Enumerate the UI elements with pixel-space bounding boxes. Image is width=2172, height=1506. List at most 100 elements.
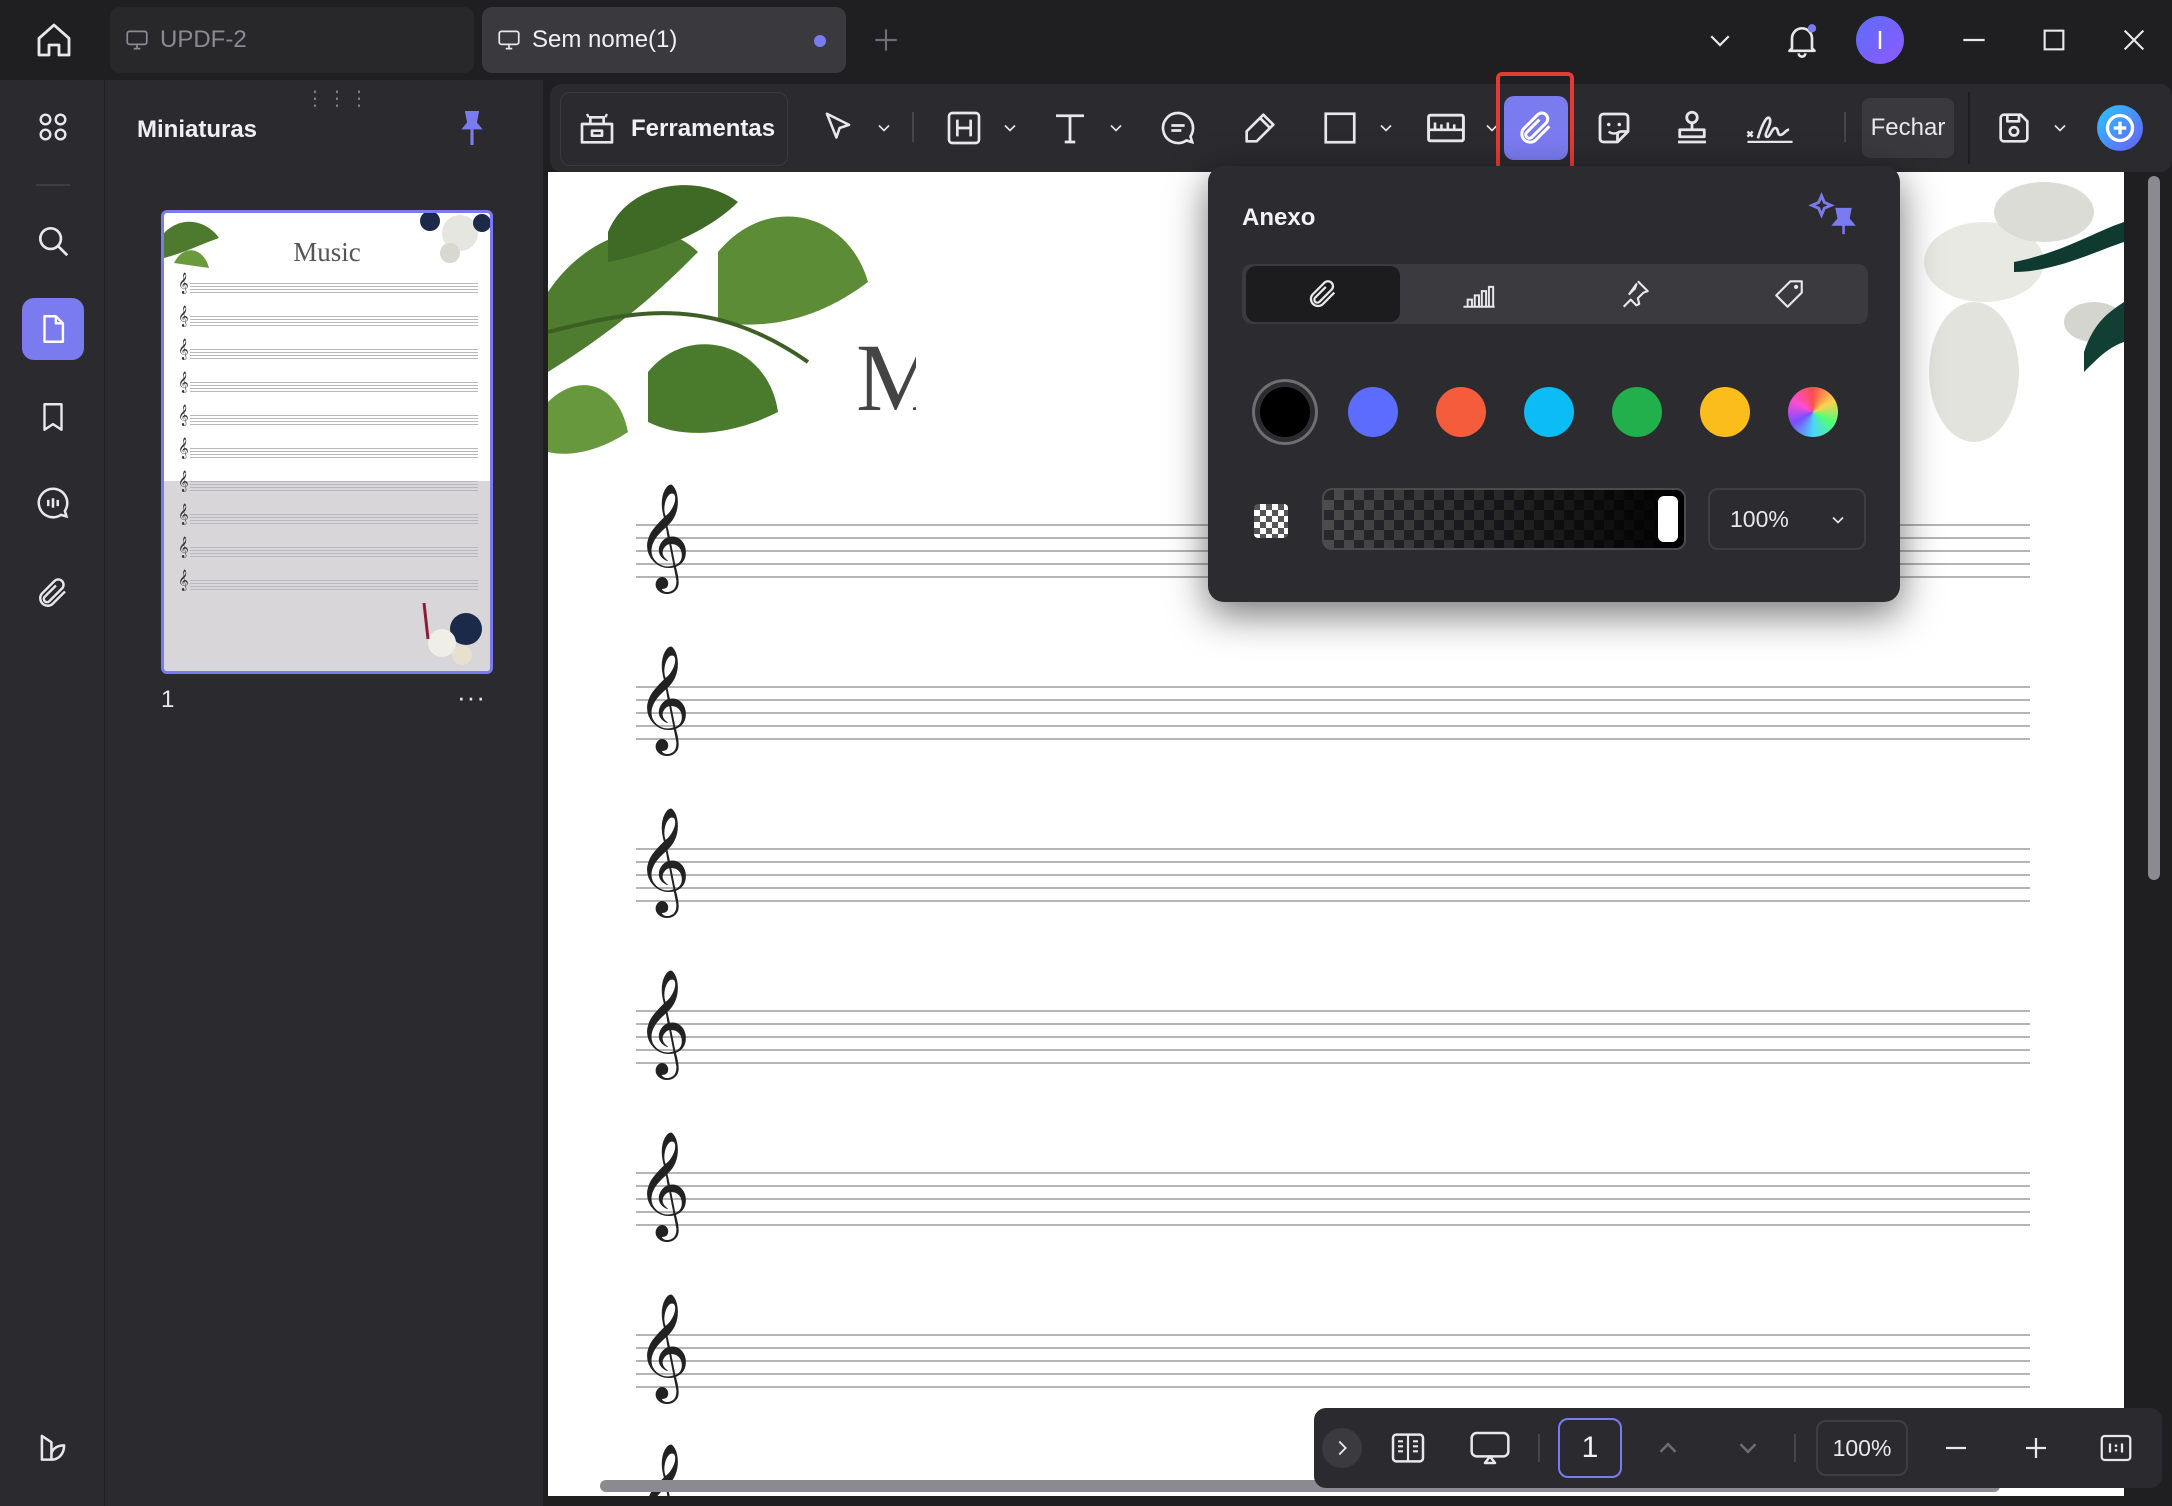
chevron-down-icon[interactable] bbox=[874, 118, 894, 138]
user-avatar-button[interactable]: I bbox=[1850, 10, 1910, 70]
treble-clef-icon: 𝄞 bbox=[178, 471, 189, 492]
chevron-down-icon[interactable] bbox=[2050, 118, 2070, 138]
attachment-tool-button[interactable] bbox=[1504, 96, 1568, 160]
previous-page-button[interactable] bbox=[1642, 1422, 1694, 1474]
shape-tool-button[interactable] bbox=[1310, 98, 1370, 158]
bookmarks-button[interactable] bbox=[22, 386, 84, 448]
thumbnail-staff-line bbox=[190, 316, 478, 317]
zoom-level[interactable]: 100% bbox=[1816, 1420, 1908, 1476]
staff-line bbox=[636, 1185, 2030, 1187]
home-button[interactable] bbox=[24, 10, 84, 70]
staff-line bbox=[636, 1010, 2030, 1012]
resize-handle[interactable]: ⋮⋮⋮ bbox=[305, 86, 371, 111]
staff-line bbox=[636, 1224, 2030, 1226]
chevron-down-icon bbox=[1739, 1443, 1757, 1454]
expand-bar-button[interactable] bbox=[1322, 1428, 1362, 1468]
pencil-tool-button[interactable] bbox=[1230, 98, 1290, 158]
actual-size-button[interactable] bbox=[2090, 1422, 2142, 1474]
comments-button[interactable] bbox=[22, 472, 84, 534]
attachments-button[interactable] bbox=[22, 562, 84, 624]
pin-panel-button[interactable] bbox=[455, 108, 489, 148]
thumbnail-staff-line bbox=[190, 550, 478, 551]
icon-paperclip-option[interactable] bbox=[1246, 266, 1400, 322]
apps-button[interactable] bbox=[22, 96, 84, 158]
stamp-icon bbox=[1678, 110, 1706, 144]
page-thumbnail[interactable]: Music 𝄞 𝄞 𝄞 𝄞 𝄞 𝄞 𝄞 𝄞 𝄞 𝄞 bbox=[161, 210, 493, 674]
ai-assistant-button[interactable] bbox=[2090, 98, 2150, 158]
chevron-down-icon[interactable] bbox=[1106, 118, 1126, 138]
tabs-dropdown-button[interactable] bbox=[1690, 10, 1750, 70]
lily-flower-decoration-icon bbox=[1924, 182, 2124, 442]
opacity-slider-handle[interactable] bbox=[1658, 496, 1678, 542]
staff-line bbox=[636, 1347, 2030, 1349]
close-window-button[interactable] bbox=[2104, 10, 2164, 70]
text-tool-button[interactable] bbox=[1040, 98, 1100, 158]
maximize-button[interactable] bbox=[2024, 10, 2084, 70]
thumbnail-staff-line bbox=[190, 382, 478, 383]
tab-sem-nome[interactable]: Sem nome(1) bbox=[482, 7, 846, 73]
color-swatch[interactable] bbox=[1524, 387, 1574, 437]
treble-clef-icon: 𝄞 bbox=[178, 273, 189, 294]
presentation-button[interactable] bbox=[1464, 1422, 1516, 1474]
measure-tool-button[interactable] bbox=[1416, 98, 1476, 158]
highlight-tool-button[interactable] bbox=[934, 98, 994, 158]
paperclip-icon bbox=[1520, 111, 1551, 144]
treble-clef-icon: 𝄞 bbox=[178, 405, 189, 426]
color-swatch[interactable] bbox=[1348, 387, 1398, 437]
rectangle-icon bbox=[1324, 112, 1356, 144]
stamp-tool-button[interactable] bbox=[1662, 98, 1722, 158]
comment-tool-button[interactable] bbox=[1148, 98, 1208, 158]
chevron-down-icon bbox=[1710, 35, 1730, 47]
search-button[interactable] bbox=[22, 210, 84, 272]
tools-button[interactable]: Ferramentas bbox=[560, 92, 788, 166]
toolbar-divider bbox=[912, 112, 914, 142]
thumbnail-staff-line bbox=[190, 385, 478, 386]
pin-popup-button[interactable] bbox=[1808, 190, 1858, 236]
color-swatch[interactable] bbox=[1788, 387, 1838, 437]
minimize-button[interactable] bbox=[1944, 10, 2004, 70]
new-tab-button[interactable] bbox=[856, 10, 916, 70]
panel-title: Miniaturas bbox=[137, 116, 258, 143]
chevron-down-icon[interactable] bbox=[1376, 118, 1396, 138]
staff-line bbox=[636, 1386, 2030, 1388]
sticker-tool-button[interactable] bbox=[1584, 98, 1644, 158]
icon-tag-option[interactable] bbox=[1712, 266, 1866, 322]
save-button[interactable] bbox=[1984, 98, 2044, 158]
color-swatch[interactable] bbox=[1436, 387, 1486, 437]
zoom-in-button[interactable] bbox=[2010, 1422, 2062, 1474]
staff-line bbox=[636, 725, 2030, 727]
thumbnail-staff-line bbox=[190, 556, 478, 557]
treble-clef-icon: 𝄞 bbox=[178, 372, 189, 393]
page-options-button[interactable]: ··· bbox=[457, 682, 486, 713]
icon-graph-option[interactable] bbox=[1402, 266, 1556, 322]
color-swatch[interactable] bbox=[1700, 387, 1750, 437]
opacity-dropdown[interactable]: 100% bbox=[1708, 488, 1866, 550]
bar-divider bbox=[1538, 1434, 1540, 1462]
treble-clef-icon: 𝄞 bbox=[636, 1130, 691, 1237]
vertical-scrollbar[interactable] bbox=[2148, 176, 2160, 880]
icon-pushpin-option[interactable] bbox=[1558, 266, 1712, 322]
notifications-button[interactable] bbox=[1772, 10, 1832, 70]
zoom-out-button[interactable] bbox=[1930, 1422, 1982, 1474]
chevron-down-icon[interactable] bbox=[1000, 118, 1020, 138]
thumbnails-button[interactable] bbox=[22, 298, 84, 360]
page-number-input[interactable]: 1 bbox=[1558, 1418, 1622, 1478]
treble-clef-icon: 𝄞 bbox=[636, 644, 691, 751]
close-annotation-button[interactable]: Fechar bbox=[1862, 98, 1954, 158]
thumbnail-staff-row: 𝄞 bbox=[178, 308, 478, 328]
thumbnail-staff-line bbox=[190, 583, 478, 584]
tab-updf-2[interactable]: UPDF-2 bbox=[110, 7, 474, 73]
page-layout-button[interactable] bbox=[1382, 1422, 1434, 1474]
select-tool-button[interactable] bbox=[808, 98, 868, 158]
updf-ai-button[interactable] bbox=[22, 1416, 84, 1478]
staff-line bbox=[636, 900, 2030, 902]
signature-tool-button[interactable] bbox=[1740, 98, 1800, 158]
opacity-slider[interactable] bbox=[1322, 488, 1686, 550]
page-title: Music bbox=[856, 324, 916, 431]
next-page-button[interactable] bbox=[1722, 1422, 1774, 1474]
cursor-icon bbox=[825, 112, 851, 139]
staff-line bbox=[636, 738, 2030, 740]
signature-icon bbox=[1746, 116, 1793, 143]
color-swatch[interactable] bbox=[1260, 387, 1310, 437]
color-swatch[interactable] bbox=[1612, 387, 1662, 437]
